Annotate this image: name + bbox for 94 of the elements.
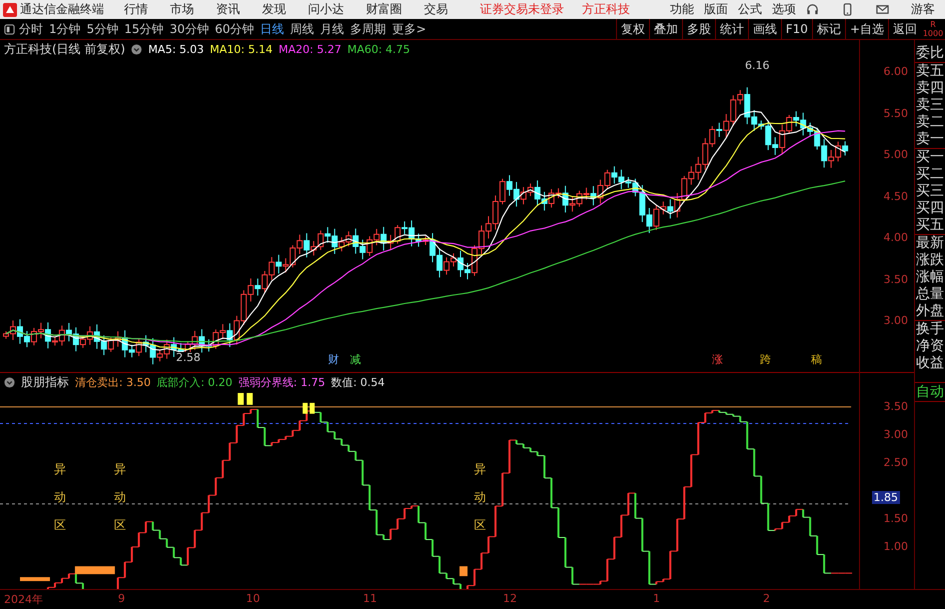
level-label: R 1000 bbox=[922, 20, 944, 38]
menu-item[interactable]: 行情 bbox=[124, 1, 148, 18]
ma-value: MA5: 5.03 bbox=[148, 42, 204, 56]
menu-item[interactable]: 问小达 bbox=[308, 1, 344, 18]
price-axis-label: 5.00 bbox=[884, 148, 908, 161]
date-axis-label: 9 bbox=[118, 592, 125, 605]
menu-item[interactable]: 功能 bbox=[670, 1, 694, 18]
quote-field-label: 买三 bbox=[915, 183, 945, 200]
period-tab[interactable]: 30分钟 bbox=[170, 20, 209, 38]
quote-field-label: 卖五 bbox=[915, 63, 945, 80]
quote-field-label: 卖四 bbox=[915, 80, 945, 97]
quote-field-label: 换手 bbox=[915, 321, 945, 338]
zone-label: 异动区 bbox=[114, 461, 126, 534]
headset-icon[interactable] bbox=[806, 3, 819, 16]
indicator-value: 数值: 0.54 bbox=[331, 374, 385, 390]
menu-item[interactable]: 公式 bbox=[738, 1, 762, 18]
date-axis-label: 2024年 bbox=[4, 592, 43, 607]
period-tab[interactable]: 60分钟 bbox=[214, 20, 254, 38]
quote-field-label: 收益 bbox=[915, 355, 945, 372]
menu-item[interactable]: 市场 bbox=[170, 1, 194, 18]
ma-value: MA10: 5.14 bbox=[210, 42, 273, 56]
event-marker[interactable]: 减 bbox=[350, 352, 361, 367]
quote-field-label: 买四 bbox=[915, 200, 945, 217]
dropdown-icon[interactable] bbox=[4, 376, 15, 388]
app-title: 通达信金融终端 bbox=[20, 1, 104, 18]
quote-field-label: 买五 bbox=[915, 217, 945, 235]
indicator-value: 强弱分界线: 1.75 bbox=[238, 374, 326, 390]
period-tab[interactable]: 多周期 bbox=[350, 20, 386, 38]
date-axis-label: 1 bbox=[653, 592, 660, 605]
indicator-value: 清仓卖出: 3.50 bbox=[75, 374, 151, 390]
indicator-axis-label: 1.50 bbox=[884, 512, 908, 525]
indicator-axis-label: 3.50 bbox=[884, 400, 908, 413]
menu-item[interactable]: 财富圈 bbox=[366, 1, 402, 18]
quote-field-label: 外盘 bbox=[915, 303, 945, 321]
price-axis-label: 3.50 bbox=[884, 272, 908, 286]
event-marker[interactable]: 稿 bbox=[811, 352, 822, 367]
period-tab[interactable]: 5分钟 bbox=[86, 20, 118, 38]
quote-field-label: 买一 bbox=[915, 149, 945, 166]
event-marker[interactable]: 涨 bbox=[712, 352, 723, 367]
quote-field-label: 卖二 bbox=[915, 114, 945, 131]
current-value-label: 1.85 bbox=[872, 491, 900, 504]
price-axis-label: 3.00 bbox=[884, 314, 908, 327]
quote-field-label: 涨幅 bbox=[915, 269, 945, 286]
price-axis-label: 6.00 bbox=[884, 65, 908, 78]
high-price-label: 6.16 bbox=[745, 60, 770, 72]
event-marker[interactable]: 财 bbox=[328, 352, 339, 367]
low-price-label: 2.58 bbox=[176, 352, 200, 364]
price-axis-label: 5.50 bbox=[884, 106, 908, 120]
period-tab[interactable]: 月线 bbox=[320, 20, 344, 38]
status-notice[interactable]: 方正科技 bbox=[582, 1, 630, 18]
mail-icon[interactable] bbox=[876, 3, 889, 16]
auto-mode-button[interactable]: 自动 bbox=[915, 382, 945, 402]
menu-item[interactable]: 交易 bbox=[424, 1, 448, 18]
period-tab[interactable]: 1分钟 bbox=[49, 20, 81, 38]
quote-field-label: 卖三 bbox=[915, 97, 945, 114]
period-tab[interactable]: 日线 bbox=[260, 20, 284, 38]
quote-field-label: 净资 bbox=[915, 338, 945, 355]
phone-icon[interactable] bbox=[841, 3, 854, 16]
zone-label: 异动区 bbox=[54, 461, 66, 534]
ma-value: MA20: 5.27 bbox=[278, 42, 342, 56]
quote-field-label: 最新 bbox=[915, 235, 945, 252]
date-axis-label: 12 bbox=[503, 592, 517, 605]
quote-field-label: 涨跌 bbox=[915, 252, 945, 269]
menu-item[interactable]: 资讯 bbox=[216, 1, 240, 18]
indicator-axis-label: 3.00 bbox=[884, 428, 908, 441]
indicator-axis-label: 1.00 bbox=[884, 540, 908, 553]
date-axis-label: 11 bbox=[363, 592, 377, 605]
period-tab[interactable]: 分时 bbox=[19, 20, 43, 38]
ma-value: MA60: 4.75 bbox=[347, 42, 410, 56]
dropdown-icon[interactable] bbox=[131, 44, 142, 54]
menu-item[interactable]: 版面 bbox=[704, 1, 728, 18]
date-axis-label: 2 bbox=[763, 592, 770, 605]
app-logo-icon bbox=[3, 2, 17, 16]
indicator-value: 底部介入: 0.20 bbox=[156, 374, 232, 390]
quote-field-label: 卖一 bbox=[915, 131, 945, 149]
indicator-axis-label: 2.50 bbox=[884, 456, 908, 469]
price-axis-label: 4.00 bbox=[884, 231, 908, 244]
period-tab[interactable]: 周线 bbox=[290, 20, 314, 38]
more-tab[interactable]: 更多> bbox=[392, 20, 426, 38]
zone-label: 异动区 bbox=[474, 461, 486, 534]
period-tab[interactable]: 15分钟 bbox=[124, 20, 164, 38]
menu-item[interactable]: 发现 bbox=[262, 1, 286, 18]
panel-toggle-icon[interactable] bbox=[4, 24, 15, 34]
status-notice[interactable]: 证券交易未登录 bbox=[480, 1, 564, 18]
quote-field-label: 买二 bbox=[915, 166, 945, 183]
quote-field-label: 总量 bbox=[915, 286, 945, 303]
date-axis-label: 10 bbox=[246, 592, 260, 605]
user-label[interactable]: 游客 bbox=[911, 1, 935, 18]
event-marker[interactable]: 跨 bbox=[760, 352, 771, 367]
price-axis-label: 4.50 bbox=[884, 190, 908, 202]
chart-title: 方正科技(日线 前复权) bbox=[4, 40, 126, 58]
quote-field-label: 委比 bbox=[915, 45, 945, 63]
indicator-name: 股朋指标 bbox=[21, 374, 69, 390]
menu-item[interactable]: 选项 bbox=[772, 1, 796, 18]
